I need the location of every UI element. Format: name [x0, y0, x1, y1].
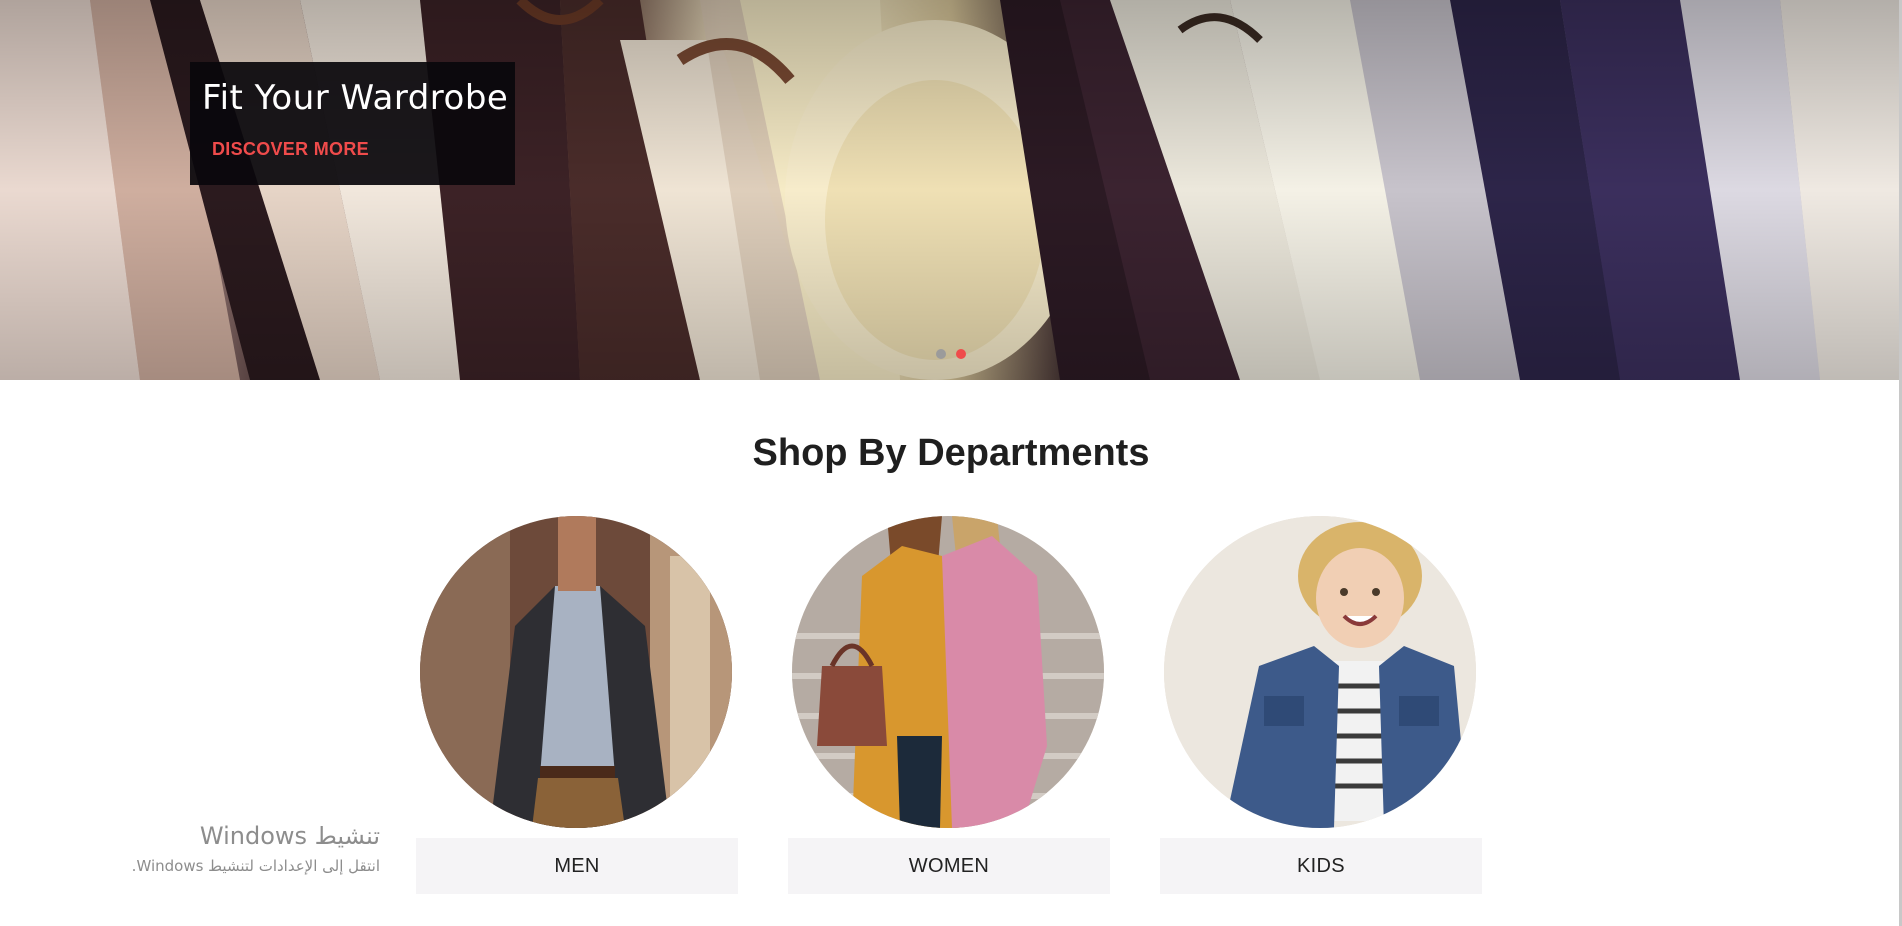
kids-department-image[interactable]: [1164, 516, 1476, 828]
windows-activation-watermark: تنشيط Windows انتقل إلى الإعدادات لتنشيط…: [70, 820, 380, 880]
hero-title: Fit Your Wardrobe: [202, 78, 509, 118]
hero-caption-box: Fit Your Wardrobe DISCOVER MORE: [190, 62, 515, 185]
watermark-subtitle: انتقل إلى الإعدادات لتنشيط Windows.: [131, 857, 380, 875]
women-department-image[interactable]: [792, 516, 1104, 828]
clothes-rack-image: [0, 0, 1902, 380]
hero-banner: Fit Your Wardrobe DISCOVER MORE: [0, 0, 1902, 380]
women-department-label[interactable]: WOMEN: [788, 838, 1110, 894]
carousel-dot-1[interactable]: [936, 349, 946, 359]
men-department-image[interactable]: [420, 516, 732, 828]
carousel-dot-2[interactable]: [956, 349, 966, 359]
watermark-title: تنشيط Windows: [199, 822, 380, 850]
men-department-label[interactable]: MEN: [416, 838, 738, 894]
section-title: Shop By Departments: [752, 432, 1150, 474]
kids-department-label[interactable]: KIDS: [1160, 838, 1482, 894]
discover-more-link[interactable]: DISCOVER MORE: [212, 139, 369, 160]
carousel-indicators: [936, 349, 966, 359]
